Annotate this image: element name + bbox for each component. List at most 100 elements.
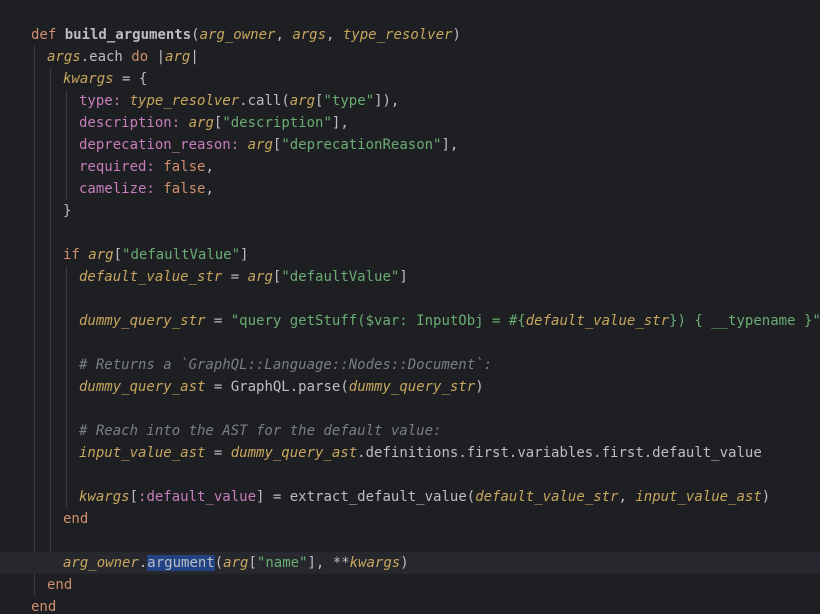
code-line[interactable]: if arg["defaultValue"] <box>0 244 820 266</box>
code-token: type_resolver <box>129 93 240 109</box>
code-token: = <box>222 269 248 285</box>
code-token: false <box>163 181 206 197</box>
code-line[interactable] <box>0 464 820 486</box>
selected-token: argument <box>147 555 215 571</box>
code-token: "description" <box>222 115 332 131</box>
code-line[interactable] <box>0 288 820 310</box>
code-token: = { <box>113 71 148 87</box>
code-line[interactable] <box>0 2 820 24</box>
code-text: end <box>63 508 88 530</box>
code-token: ( <box>214 555 224 571</box>
code-token: arg <box>247 269 273 285</box>
code-line[interactable]: type: type_resolver.call(arg["type"]), <box>0 90 820 112</box>
code-text: required: false, <box>79 156 214 178</box>
code-token: GraphQL <box>230 379 290 395</box>
code-token: , <box>205 181 214 197</box>
code-line[interactable]: end <box>0 574 820 596</box>
code-token: end <box>31 599 57 614</box>
code-line[interactable]: required: false, <box>0 156 820 178</box>
code-token: args <box>47 49 81 65</box>
code-token: dummy_query_str <box>348 379 476 395</box>
code-line[interactable]: kwargs[:default_value] = extract_default… <box>0 486 820 508</box>
code-token: [ <box>248 555 257 571</box>
code-token: ], <box>441 137 459 153</box>
code-token: arg <box>223 555 249 571</box>
code-token: , <box>275 27 293 43</box>
code-token: ] <box>240 247 249 263</box>
code-text: } <box>63 200 71 222</box>
code-line[interactable] <box>0 222 820 244</box>
code-line[interactable] <box>0 530 820 552</box>
code-token: end <box>63 511 89 527</box>
code-token: end <box>47 577 73 593</box>
code-line[interactable]: args.each do |arg| <box>0 46 820 68</box>
code-line[interactable]: # Reach into the AST for the default val… <box>0 420 820 442</box>
code-token: default_value_str <box>475 489 619 505</box>
code-line[interactable]: description: arg["description"], <box>0 112 820 134</box>
code-line[interactable]: # Returns a `GraphQL::Language::Nodes::D… <box>0 354 820 376</box>
code-line[interactable]: end <box>0 508 820 530</box>
code-token: = <box>205 313 231 329</box>
code-token: # Reach into the AST for the default val… <box>79 423 442 439</box>
code-line[interactable]: camelize: false, <box>0 178 820 200</box>
code-token: "deprecationReason" <box>281 137 442 153</box>
code-token: arg <box>289 93 316 109</box>
code-token: "defaultValue" <box>122 247 241 263</box>
code-token: kwargs <box>63 71 114 87</box>
code-text: description: arg["description"], <box>79 112 349 134</box>
code-line[interactable] <box>0 332 820 354</box>
code-token: ], <box>331 115 349 131</box>
code-line[interactable] <box>0 398 820 420</box>
code-line[interactable]: } <box>0 200 820 222</box>
code-token: do <box>131 49 149 65</box>
code-line[interactable]: def build_arguments(arg_owner, args, typ… <box>0 24 820 46</box>
code-token: dummy_query_ast <box>230 445 358 461</box>
code-token: = <box>205 445 231 461</box>
code-token: "query getStuff($var: InputObj = #{ <box>230 313 526 329</box>
code-token: [ <box>113 247 123 263</box>
code-token: false <box>163 159 206 175</box>
code-token: .each <box>80 49 132 65</box>
code-token: = <box>205 379 231 395</box>
code-token: deprecation_reason: <box>79 137 240 153</box>
code-line[interactable]: dummy_query_str = "query getStuff($var: … <box>0 310 820 332</box>
code-token: :default_value <box>138 489 257 505</box>
code-token: camelize: <box>79 181 155 197</box>
code-token: ) <box>761 489 771 505</box>
code-line[interactable]: deprecation_reason: arg["deprecationReas… <box>0 134 820 156</box>
code-token: build_ <box>64 27 116 43</box>
code-token: , <box>618 489 636 505</box>
code-token: input_value_ast <box>79 445 206 461</box>
code-token: default_value_str <box>525 313 670 329</box>
code-editor[interactable]: def build_arguments(arg_owner, args, typ… <box>0 0 820 614</box>
code-line[interactable]: end <box>0 596 820 614</box>
code-token: , <box>205 159 214 175</box>
code-token: type: <box>79 93 122 109</box>
code-token: input_value_ast <box>635 489 762 505</box>
code-text: dummy_query_str = "query getStuff($var: … <box>79 310 820 332</box>
code-token: arg <box>247 137 273 153</box>
code-token: } <box>63 203 72 219</box>
code-line[interactable]: default_value_str = arg["defaultValue"] <box>0 266 820 288</box>
code-token: kwargs <box>349 555 401 571</box>
code-token: # Returns a `GraphQL::Language::Nodes::D… <box>79 357 493 373</box>
code-token: if <box>63 247 89 263</box>
code-token: arg <box>165 49 191 65</box>
code-token: [ <box>129 489 139 505</box>
code-token: args <box>292 27 327 43</box>
code-token: | <box>148 49 166 65</box>
code-token: "name" <box>256 555 308 571</box>
code-line[interactable]: kwargs = { <box>0 68 820 90</box>
code-token: | <box>190 49 199 65</box>
code-token: dummy_query_str <box>79 313 206 329</box>
code-line[interactable]: dummy_query_ast = GraphQL.parse(dummy_qu… <box>0 376 820 398</box>
code-token: arg_owner <box>199 27 276 43</box>
code-token: kwargs <box>79 489 130 505</box>
code-text: arg_owner.argument(arg["name"], **kwargs… <box>63 552 409 574</box>
current-code-line[interactable]: arg_owner.argument(arg["name"], **kwargs… <box>0 552 820 574</box>
code-line[interactable]: input_value_ast = dummy_query_ast.defini… <box>0 442 820 464</box>
code-text: default_value_str = arg["defaultValue"] <box>79 266 408 288</box>
code-text: type: type_resolver.call(arg["type"]), <box>79 90 399 112</box>
